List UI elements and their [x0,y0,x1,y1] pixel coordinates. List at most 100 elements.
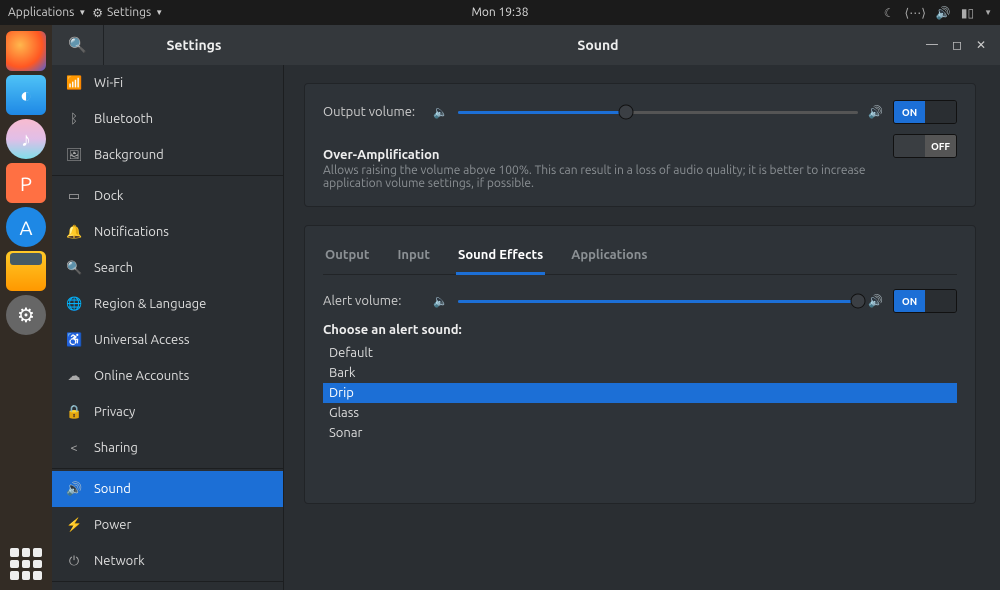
sidebar-item-sharing[interactable]: < Sharing [52,430,283,466]
titlebar: 🔍 Settings Sound — ◻ ✕ [52,25,1000,65]
dock-icon-music[interactable]: ♪ [6,119,46,159]
content-pane: Output volume: 🔈 🔊 ON [284,65,1000,590]
close-button[interactable]: ✕ [976,38,986,52]
sidebar-item-power[interactable]: ⚡ Power [52,507,283,543]
output-panel: Output volume: 🔈 🔊 ON [304,83,976,207]
applications-menu-label: Applications [8,6,74,19]
minimize-button[interactable]: — [926,38,938,52]
clock[interactable]: Mon 19:38 [471,6,528,19]
sidebar-item-dock[interactable]: ▭ Dock [52,178,283,214]
settings-window: 🔍 Settings Sound — ◻ ✕ 📶 Wi-Fi ᛒ Bluetooth 🖼… [52,25,1000,590]
sound-tabs: Output Input Sound Effects Applications [323,242,957,275]
sidebar-item-icon: ▭ [66,189,82,204]
sidebar-item-notifications[interactable]: 🔔Notifications [52,214,283,250]
sidebar-item-label: Online Accounts [94,369,189,383]
show-applications-button[interactable] [10,548,42,580]
toggle-off-label [925,101,956,123]
sidebar-item-label: Wi-Fi [94,76,123,90]
active-window-label: Settings [107,6,151,19]
window-controls: — ◻ ✕ [912,38,1000,52]
output-volume-slider[interactable] [458,102,858,122]
dock-icon-usb-drive[interactable] [6,251,46,291]
sidebar-item-online-accounts[interactable]: ☁ Online Accounts [52,358,283,394]
alert-sound-item[interactable]: Glass [323,403,957,423]
system-tray[interactable]: ☾ ⟨⋯⟩ 🔊 ▮▯ ▼ [884,6,992,20]
alert-sound-item[interactable]: Default [323,343,957,363]
sidebar-item-icon: 🌐 [66,297,82,312]
volume-low-icon: 🔈 [433,105,448,119]
maximize-button[interactable]: ◻ [952,38,962,52]
settings-icon: ⚙ [92,6,103,20]
alert-volume-slider[interactable] [458,291,858,311]
toggle-off-label [925,290,956,312]
sidebar-item-network[interactable]: ⏻ Network [52,543,283,579]
sidebar-item-sound[interactable]: 🔊 Sound [52,471,283,507]
alert-sound-list: DefaultBarkDripGlassSonar [323,343,957,443]
sidebar-item-devices[interactable]: ⌨Devices› [52,584,283,590]
battery-icon[interactable]: ▮▯ [961,6,974,20]
dock-icon-appstore[interactable]: A [6,207,46,247]
sidebar-item-background[interactable]: 🖼 Background [52,137,283,173]
sidebar-item-search[interactable]: 🔍Search [52,250,283,286]
tab-sound-effects[interactable]: Sound Effects [456,242,545,275]
sidebar-item-label: Bluetooth [94,112,153,126]
network-icon[interactable]: ⟨⋯⟩ [905,6,926,20]
tab-output[interactable]: Output [323,242,371,274]
sidebar-item-label: Sound [94,482,131,496]
dock-icon-firefox[interactable] [6,31,46,71]
dock-icon-finder[interactable]: ◐ [6,75,46,115]
sidebar-item-privacy[interactable]: 🔒Privacy [52,394,283,430]
sidebar-item-wi-fi[interactable]: 📶 Wi-Fi [52,65,283,101]
sidebar-item-label: Sharing [94,441,138,455]
toggle-off-label: OFF [925,135,956,157]
tab-applications[interactable]: Applications [569,242,649,274]
alert-sound-item[interactable]: Bark [323,363,957,383]
chevron-down-icon: ▼ [78,8,86,17]
dock-icon-presentation[interactable]: P [6,163,46,203]
output-volume-label: Output volume: [323,105,423,119]
sidebar-item-icon: 📶 [66,76,82,91]
sidebar-item-icon: ᛒ [66,112,82,126]
alert-sound-item[interactable]: Sonar [323,423,957,443]
sidebar-item-region-language[interactable]: 🌐 Region & Language [52,286,283,322]
sidebar-item-icon: 🔔 [66,225,82,240]
chevron-down-icon: ▼ [984,8,992,17]
sidebar-item-label: Dock [94,189,123,203]
dock: ◐ ♪ P A ⚙ [0,25,52,590]
sidebar-item-icon: ⚡ [66,518,82,533]
volume-high-icon: 🔊 [868,294,883,308]
toggle-on-label [894,135,925,157]
volume-icon[interactable]: 🔊 [936,6,951,20]
over-amplification-row: Over-Amplification Allows raising the vo… [323,134,957,190]
over-amplification-toggle[interactable]: OFF [893,134,957,158]
sidebar-item-icon: ☁ [66,369,82,384]
sidebar-item-label: Power [94,518,131,532]
tab-input[interactable]: Input [395,242,432,274]
sidebar-item-icon: < [66,441,82,455]
volume-high-icon: 🔊 [868,105,883,119]
sidebar-item-icon: 🖼 [66,148,82,163]
alert-volume-toggle[interactable]: ON [893,289,957,313]
sidebar-item-label: Network [94,554,145,568]
sidebar-item-icon: ⏻ [66,554,82,569]
sidebar-item-icon: 🔍 [66,261,82,276]
alert-volume-label: Alert volume: [323,294,423,308]
toggle-on-label: ON [894,290,925,312]
search-button[interactable]: 🔍 [52,25,104,65]
over-amplification-title: Over-Amplification [323,148,881,162]
over-amplification-desc: Allows raising the volume above 100%. Th… [323,164,881,190]
dock-icon-settings[interactable]: ⚙ [6,295,46,335]
night-icon[interactable]: ☾ [884,6,895,20]
alert-sound-item[interactable]: Drip [323,383,957,403]
search-icon: 🔍 [68,36,87,54]
output-volume-row: Output volume: 🔈 🔊 ON [323,100,957,124]
sidebar-item-icon: 🔊 [66,482,82,497]
active-window-menu[interactable]: ⚙ Settings ▼ [92,6,163,20]
applications-menu[interactable]: Applications ▼ [8,6,86,19]
sidebar-item-label: Background [94,148,164,162]
sidebar-item-bluetooth[interactable]: ᛒ Bluetooth [52,101,283,137]
volume-low-icon: 🔈 [433,294,448,308]
sidebar-item-universal-access[interactable]: ♿Universal Access [52,322,283,358]
sidebar-item-label: Region & Language [94,297,206,311]
output-volume-toggle[interactable]: ON [893,100,957,124]
